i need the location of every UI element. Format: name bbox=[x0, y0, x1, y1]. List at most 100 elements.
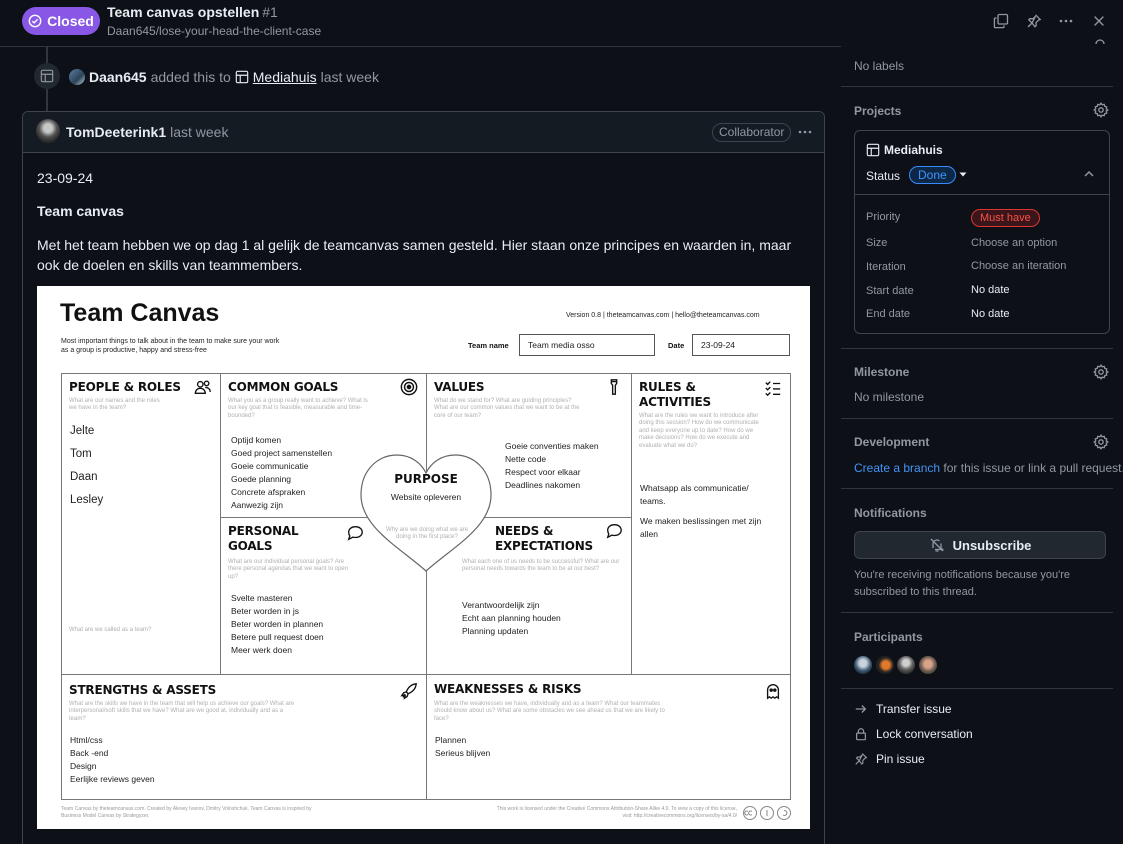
pin-issue-button[interactable]: Pin issue bbox=[854, 752, 925, 766]
lock-conversation-button[interactable]: Lock conversation bbox=[854, 727, 973, 741]
field-label-iteration: Iteration bbox=[866, 261, 906, 273]
table-icon bbox=[235, 70, 249, 84]
project-name[interactable]: Mediahuis bbox=[884, 143, 943, 157]
sidebar-divider bbox=[841, 488, 1113, 489]
timeline-event: Daan645 added this to Mediahuis last wee… bbox=[69, 69, 379, 85]
comment-heading: Team canvas bbox=[37, 203, 124, 219]
field-value-size[interactable]: Choose an option bbox=[971, 237, 1057, 249]
strengths-hint: What are the skills we have in the team … bbox=[69, 701, 295, 722]
milestone-heading[interactable]: Milestone bbox=[854, 365, 909, 379]
comment-header: TomDeeterink1 last week Collaborator bbox=[23, 112, 824, 153]
status-badge[interactable]: Done bbox=[909, 166, 956, 184]
development-heading[interactable]: Development bbox=[854, 435, 929, 449]
field-value-start-date[interactable]: No date bbox=[971, 284, 1010, 296]
table-icon bbox=[866, 143, 880, 157]
canvas-version: Version 0.8 | theteamcanvas.com | hello@… bbox=[566, 312, 760, 319]
project-name-row[interactable]: Mediahuis bbox=[866, 143, 943, 157]
people-title: PEOPLE & ROLES bbox=[69, 380, 181, 394]
labels-gear-icon[interactable] bbox=[1095, 38, 1105, 46]
list-item: Betere pull request doen bbox=[231, 632, 324, 642]
avatar[interactable] bbox=[854, 656, 872, 674]
canvas-grid: PEOPLE & ROLES What are our names and th… bbox=[61, 373, 791, 800]
issue-state-badge: Closed bbox=[22, 7, 100, 35]
chevron-up-icon[interactable] bbox=[1083, 168, 1095, 180]
unsubscribe-button[interactable]: Unsubscribe bbox=[854, 531, 1106, 559]
values-hint: What do we stand for? What are guiding p… bbox=[434, 398, 580, 419]
comment-more-icon[interactable] bbox=[795, 123, 815, 141]
transfer-issue-label: Transfer issue bbox=[876, 702, 952, 716]
bell-slash-icon bbox=[930, 538, 944, 552]
milestone-value: No milestone bbox=[854, 390, 925, 404]
event-action: added this to bbox=[150, 69, 231, 85]
issue-number: #1 bbox=[262, 4, 278, 20]
goals-list: Optijd komen Goed project samenstellen G… bbox=[231, 434, 332, 512]
people-icon bbox=[194, 380, 211, 394]
comment-author[interactable]: TomDeeterink1 bbox=[66, 124, 166, 140]
unsubscribe-label: Unsubscribe bbox=[952, 537, 1032, 553]
avatar[interactable] bbox=[69, 69, 85, 85]
needs-list: Verantwoordelijk zijn Echt aan planning … bbox=[462, 599, 561, 638]
list-item: Html/css bbox=[70, 735, 103, 745]
development-gear-icon[interactable] bbox=[1093, 434, 1109, 450]
rules-hint: What are the rules we want to introduce … bbox=[639, 413, 759, 449]
list-item: Serieus blijven bbox=[435, 748, 491, 758]
issue-repo[interactable]: Daan645/lose-your-head-the-client-case bbox=[107, 24, 321, 38]
canvas-footer-left: Team Canvas by theteamcanvas.com. Create… bbox=[61, 806, 312, 819]
avatar[interactable] bbox=[897, 656, 915, 674]
event-project-link[interactable]: Mediahuis bbox=[253, 69, 317, 85]
list-item: We maken beslissingen met zijn bbox=[640, 516, 762, 526]
list-item: Respect voor elkaar bbox=[505, 467, 581, 477]
projects-gear-icon[interactable] bbox=[1093, 102, 1109, 118]
field-label-end-date: End date bbox=[866, 308, 911, 320]
priority-badge[interactable]: Must have bbox=[971, 209, 1040, 227]
sidebar-divider bbox=[841, 418, 1113, 419]
list-item: Planning updaten bbox=[462, 626, 529, 636]
list-item: Deadlines nakomen bbox=[505, 480, 581, 490]
milestone-gear-icon[interactable] bbox=[1093, 364, 1109, 380]
rules-title: RULES & ACTIVITIES bbox=[639, 380, 711, 410]
transfer-issue-button[interactable]: Transfer issue bbox=[854, 702, 952, 716]
event-actor[interactable]: Daan645 bbox=[89, 69, 147, 85]
sidebar-divider bbox=[841, 612, 1113, 613]
weaknesses-list: Plannen Serieus blijven bbox=[435, 734, 490, 760]
pin-icon[interactable] bbox=[1024, 11, 1044, 31]
copy-icon[interactable] bbox=[991, 11, 1011, 31]
check-circle-icon bbox=[28, 14, 42, 28]
avatar[interactable] bbox=[36, 119, 60, 143]
list-item: Meer werk doen bbox=[231, 645, 292, 655]
field-value-end-date[interactable]: No date bbox=[971, 308, 1010, 320]
projects-heading[interactable]: Projects bbox=[854, 104, 901, 118]
more-options-icon[interactable] bbox=[1056, 11, 1076, 31]
team-canvas-image[interactable]: Team Canvas Most important things to tal… bbox=[37, 286, 810, 829]
comment-time[interactable]: last week bbox=[170, 124, 228, 140]
purpose-title: PURPOSE bbox=[394, 472, 458, 486]
personal-hint: What are our individual personal goals? … bbox=[228, 559, 349, 580]
avatar[interactable] bbox=[919, 656, 937, 674]
needs-title-line2: EXPECTATIONS bbox=[495, 539, 593, 553]
close-icon[interactable] bbox=[1089, 11, 1109, 31]
personal-title-line2: GOALS bbox=[228, 539, 273, 553]
rules-title-line1: RULES & bbox=[639, 380, 696, 394]
team-name-hint: What are we called as a team? bbox=[69, 627, 152, 633]
development-text: Create a branch for this issue or link a… bbox=[854, 461, 1123, 475]
personal-title-line1: PERSONAL bbox=[228, 524, 299, 538]
avatar[interactable] bbox=[876, 656, 894, 674]
caret-down-icon[interactable] bbox=[958, 169, 968, 179]
field-value-iteration[interactable]: Choose an iteration bbox=[971, 260, 1066, 272]
create-branch-link[interactable]: Create a branch bbox=[854, 461, 940, 475]
list-item: allen bbox=[640, 529, 658, 539]
project-card: Mediahuis Status Done Priority Must have… bbox=[854, 130, 1110, 334]
labels-value: No labels bbox=[854, 59, 905, 73]
sidebar-divider bbox=[841, 688, 1113, 689]
list-item: Svelte masteren bbox=[231, 593, 293, 603]
purpose-heart-shape bbox=[360, 454, 492, 572]
sidebar-divider bbox=[841, 86, 1113, 87]
comment-author-line: TomDeeterink1 last week bbox=[66, 124, 228, 140]
list-item bbox=[640, 508, 761, 515]
event-time[interactable]: last week bbox=[321, 69, 379, 85]
list-item: Design bbox=[70, 761, 97, 771]
lock-icon bbox=[856, 728, 866, 741]
field-label-size: Size bbox=[866, 237, 888, 249]
divider bbox=[426, 374, 427, 799]
purpose-value: Website opleveren bbox=[390, 492, 462, 502]
